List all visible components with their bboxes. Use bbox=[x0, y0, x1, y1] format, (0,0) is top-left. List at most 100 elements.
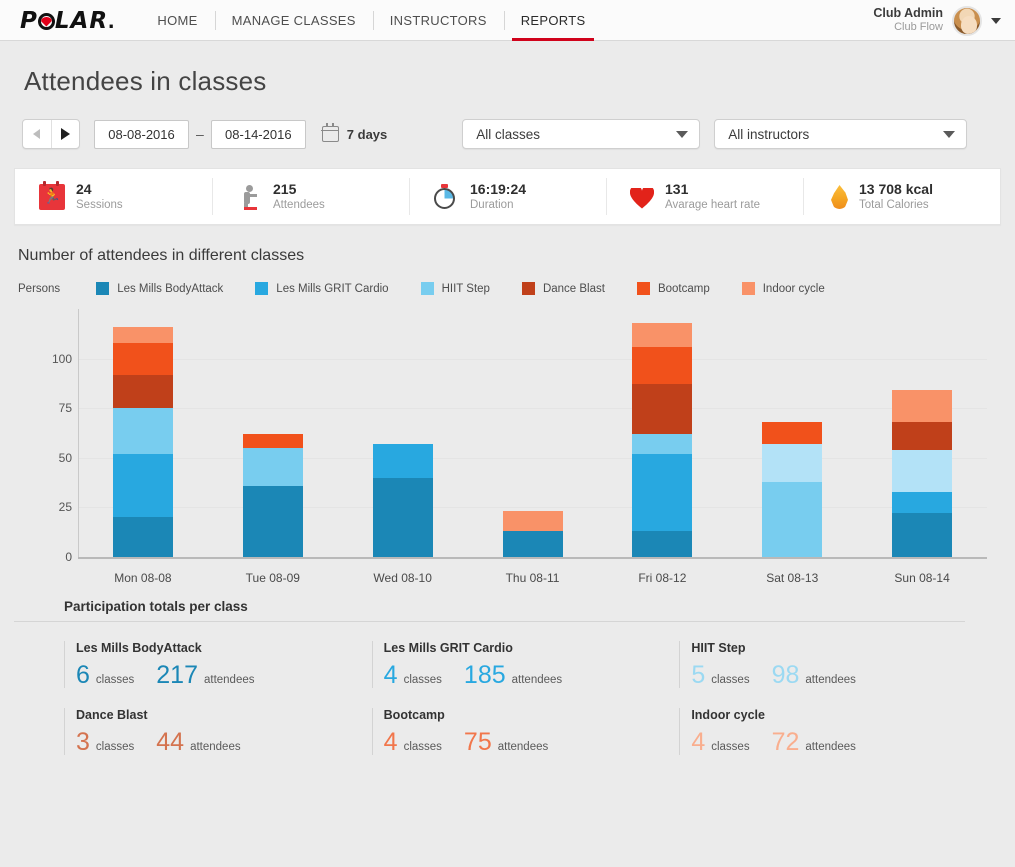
bar-segment[interactable] bbox=[892, 422, 953, 450]
next-period-button[interactable] bbox=[50, 120, 80, 148]
x-axis-tick-label: Sat 08-13 bbox=[766, 571, 819, 585]
legend-item[interactable]: Indoor cycle bbox=[741, 282, 825, 295]
legend-label: HIIT Step bbox=[441, 282, 490, 295]
stat-value: 131 bbox=[665, 180, 689, 197]
bar-segment[interactable] bbox=[892, 491, 953, 514]
bar-segment[interactable] bbox=[112, 374, 173, 409]
heart-icon bbox=[630, 188, 654, 209]
user-name: Club Admin bbox=[873, 5, 943, 20]
legend-item[interactable]: Les Mills GRIT Cardio bbox=[255, 282, 389, 295]
bar-segment[interactable] bbox=[502, 511, 563, 532]
class-total-row: 4 classes 75 attendees bbox=[384, 730, 680, 755]
class-total-cell: Les Mills BodyAttack 6 classes 217 attendees bbox=[64, 641, 372, 688]
chevron-left-icon bbox=[33, 129, 41, 139]
nav-label: INSTRUCTORS bbox=[389, 12, 487, 28]
bar-segment[interactable] bbox=[112, 326, 173, 343]
attendees-unit-label: attendees bbox=[511, 674, 563, 686]
bar-segment[interactable] bbox=[632, 384, 693, 435]
classes-unit-label: classes bbox=[403, 741, 442, 753]
bar-segment[interactable] bbox=[112, 342, 173, 375]
bar-segment[interactable] bbox=[892, 449, 953, 492]
bar-segment[interactable] bbox=[112, 517, 173, 557]
chart-legend: Persons Les Mills BodyAttack Les Mills GR… bbox=[18, 282, 1001, 295]
filter-controls: 08-08-2016 – 08-14-2016 7 days All class… bbox=[22, 119, 1015, 149]
calendar-runner-icon: 🏃 bbox=[39, 180, 65, 210]
y-axis-tick-label: 50 bbox=[58, 450, 72, 465]
nav-item-instructors[interactable]: INSTRUCTORS bbox=[372, 0, 504, 41]
nav-item-manage-classes[interactable]: MANAGE CLASSES bbox=[214, 0, 373, 41]
bar-segment[interactable] bbox=[892, 390, 953, 423]
classes-count: 4 bbox=[383, 661, 398, 689]
legend-item[interactable]: Dance Blast bbox=[521, 282, 605, 295]
bar-segment[interactable] bbox=[242, 434, 303, 448]
bar-segment[interactable] bbox=[242, 447, 303, 486]
x-axis-tick-label: Sun 08-14 bbox=[894, 571, 950, 585]
range-length-label: 7 days bbox=[346, 126, 388, 142]
bar-segment[interactable] bbox=[762, 481, 823, 557]
bar-column[interactable] bbox=[857, 309, 987, 557]
bar-column[interactable] bbox=[78, 309, 208, 557]
bar-segment[interactable] bbox=[632, 434, 693, 454]
bar-segment[interactable] bbox=[372, 477, 433, 557]
bar-segment[interactable] bbox=[632, 322, 693, 347]
user-menu[interactable]: Club Admin Club Flow bbox=[873, 0, 1001, 41]
avatar[interactable] bbox=[952, 5, 982, 36]
chart-bars bbox=[78, 309, 987, 557]
date-from-input[interactable]: 08-08-2016 bbox=[94, 119, 189, 149]
class-total-cell: HIIT Step 5 classes 98 attendees bbox=[679, 641, 987, 688]
class-total-cell: Indoor cycle 4 classes 72 attendees bbox=[679, 708, 987, 755]
classes-unit-label: classes bbox=[95, 741, 135, 753]
nav-item-reports[interactable]: REPORTS bbox=[503, 0, 603, 41]
page-title: Attendees in classes bbox=[24, 66, 267, 96]
bar-stack bbox=[892, 390, 953, 557]
bar-segment[interactable] bbox=[892, 513, 953, 557]
nav-label: MANAGE CLASSES bbox=[231, 12, 356, 28]
chevron-down-icon bbox=[676, 130, 689, 138]
bar-segment[interactable] bbox=[632, 453, 693, 532]
bar-column[interactable] bbox=[597, 309, 727, 557]
y-axis-tick-label: 100 bbox=[51, 351, 72, 366]
bar-segment[interactable] bbox=[762, 443, 823, 482]
bar-segment[interactable] bbox=[112, 453, 173, 518]
classes-filter-select[interactable]: All classes bbox=[462, 119, 701, 149]
bar-segment[interactable] bbox=[112, 408, 173, 454]
bar-column[interactable] bbox=[338, 309, 468, 557]
bar-segment[interactable] bbox=[632, 346, 693, 385]
y-axis-tick-label: 25 bbox=[58, 500, 72, 515]
bar-segment[interactable] bbox=[762, 422, 823, 444]
y-axis-tick-label: 0 bbox=[65, 550, 72, 564]
legend-item[interactable]: Les Mills BodyAttack bbox=[96, 282, 223, 295]
chevron-right-icon bbox=[60, 128, 70, 140]
previous-period-button[interactable] bbox=[23, 120, 51, 148]
legend-item[interactable]: Bootcamp bbox=[636, 282, 710, 295]
legend-item[interactable]: HIIT Step bbox=[420, 282, 490, 295]
nav-item-home[interactable]: HOME bbox=[140, 0, 214, 41]
class-name: Les Mills GRIT Cardio bbox=[383, 641, 513, 655]
nav-label: REPORTS bbox=[520, 12, 586, 28]
bar-segment[interactable] bbox=[632, 531, 693, 557]
classes-count: 6 bbox=[76, 661, 90, 689]
y-axis-tick-label: 75 bbox=[58, 401, 72, 416]
bar-segment[interactable] bbox=[372, 443, 433, 478]
class-total-cell: Bootcamp 4 classes 75 attendees bbox=[371, 708, 680, 755]
bar-column[interactable] bbox=[468, 309, 598, 557]
bar-column[interactable] bbox=[208, 309, 338, 557]
class-name: Les Mills BodyAttack bbox=[76, 641, 202, 655]
bar-segment[interactable] bbox=[242, 485, 303, 557]
stat-value: 13 708 kcal bbox=[859, 180, 933, 197]
chevron-down-icon[interactable] bbox=[991, 17, 1001, 24]
attendees-count: 98 bbox=[771, 661, 800, 689]
date-to-input[interactable]: 08-14-2016 bbox=[210, 119, 306, 149]
nav-label: HOME bbox=[157, 12, 198, 28]
instructors-filter-select[interactable]: All instructors bbox=[714, 119, 968, 149]
legend-swatch-icon bbox=[255, 282, 269, 295]
class-name: HIIT Step bbox=[691, 641, 746, 655]
bar-segment[interactable] bbox=[502, 531, 563, 557]
calendar-icon[interactable] bbox=[321, 123, 340, 142]
attendees-unit-label: attendees bbox=[805, 741, 856, 753]
polar-logo[interactable]: P LAR. bbox=[20, 7, 114, 34]
class-name: Indoor cycle bbox=[691, 708, 765, 722]
attendees-unit-label: attendees bbox=[805, 674, 856, 686]
bar-stack bbox=[502, 511, 563, 557]
bar-column[interactable] bbox=[727, 309, 857, 557]
